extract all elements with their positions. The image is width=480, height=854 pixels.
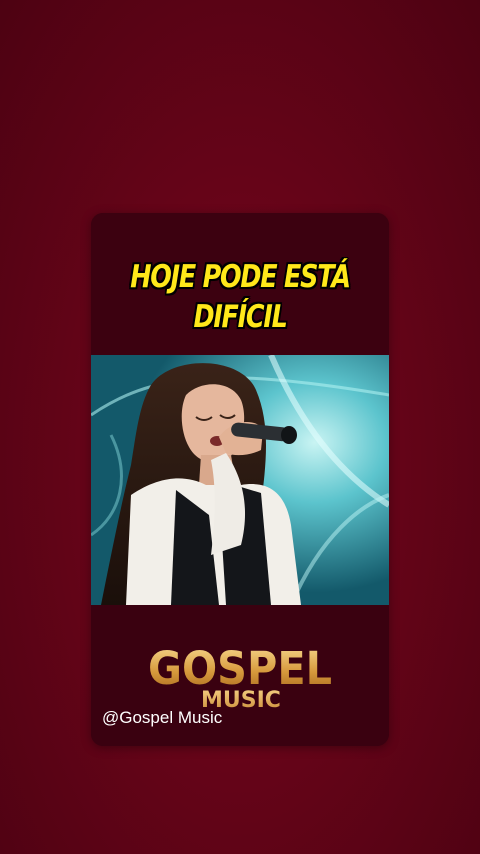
caption-area: HOJE PODE ESTÁ DIFÍCIL [91,213,389,355]
caption-line-1: HOJE PODE ESTÁ [130,259,351,295]
video-caption: HOJE PODE ESTÁ DIFÍCIL [118,257,362,337]
channel-handle[interactable]: @Gospel Music [102,708,222,728]
video-card[interactable]: HOJE PODE ESTÁ DIFÍCIL GOSPEL MUSIC @Gos… [91,213,389,746]
video-frame[interactable] [91,355,389,605]
brand-logo-gospel: GOSPEL [103,645,377,693]
singer-image [91,355,389,605]
brand-area: GOSPEL MUSIC @Gospel Music [91,605,389,746]
caption-line-2: DIFÍCIL [193,299,287,335]
